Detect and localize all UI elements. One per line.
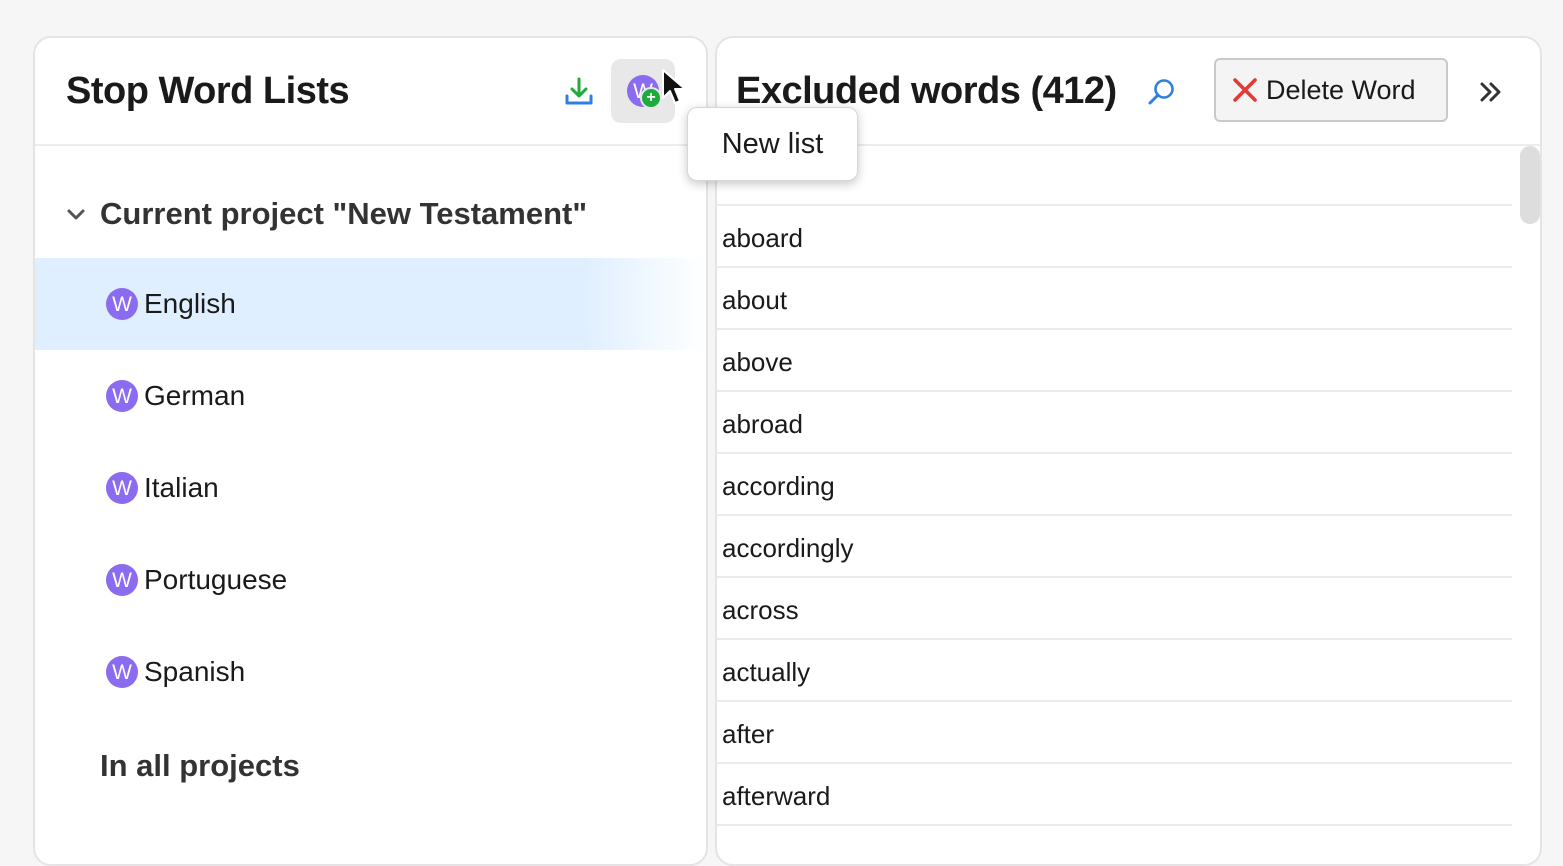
word-row[interactable]: afterward <box>717 764 1512 826</box>
w-badge-icon: W <box>106 288 138 320</box>
group-current-project[interactable]: Current project "New Testament" <box>35 184 706 244</box>
w-badge-icon: W <box>106 564 138 596</box>
scrollbar-thumb[interactable] <box>1520 146 1540 224</box>
word-row[interactable]: about <box>717 268 1512 330</box>
mouse-cursor-icon <box>662 69 686 104</box>
word-text: above <box>722 347 793 377</box>
word-text: actually <box>722 657 811 687</box>
list-item-german[interactable]: W German <box>35 350 706 442</box>
word-row[interactable]: across <box>717 578 1512 640</box>
word-row[interactable]: actually <box>717 640 1512 702</box>
download-icon <box>565 77 593 105</box>
word-text: about <box>722 285 788 315</box>
list-item-portuguese[interactable]: W Portuguese <box>35 534 706 626</box>
word-row[interactable]: accordingly <box>717 516 1512 578</box>
word-text: across <box>722 595 799 625</box>
word-text: accordingly <box>722 533 854 563</box>
word-text: according <box>722 471 835 501</box>
list-item-label: German <box>144 380 246 411</box>
group-all-projects[interactable]: In all projects <box>35 736 706 796</box>
word-row[interactable]: according <box>717 454 1512 516</box>
delete-word-button[interactable]: Delete Word <box>1214 58 1448 122</box>
double-chevron-right-icon <box>1480 82 1501 102</box>
red-x-icon <box>1233 78 1257 102</box>
word-row[interactable]: aboard <box>717 206 1512 268</box>
w-badge-icon: W <box>106 656 138 688</box>
stop-word-lists-panel: Stop Word Lists W + Current project "New… <box>33 36 708 866</box>
list-item-italian[interactable]: W Italian <box>35 442 706 534</box>
delete-word-label: Delete Word <box>1266 74 1416 105</box>
list-item-label: Portuguese <box>144 564 288 595</box>
list-item-label: Italian <box>144 472 219 503</box>
word-row[interactable]: after <box>717 702 1512 764</box>
group-label: Current project "New Testament" <box>100 196 588 231</box>
new-list-tooltip: New list <box>687 107 858 181</box>
word-row[interactable]: above <box>717 330 1512 392</box>
word-row[interactable]: abroad <box>717 392 1512 454</box>
list-item-english[interactable]: W English <box>35 258 706 350</box>
page-title: Stop Word Lists <box>66 70 350 112</box>
group-label: In all projects <box>100 748 300 783</box>
search-icon <box>1148 79 1174 105</box>
word-text: after <box>722 719 775 749</box>
word-text: abroad <box>722 409 803 439</box>
download-button[interactable] <box>557 70 601 114</box>
word-text: aboard <box>722 223 803 253</box>
excluded-words-list[interactable]: a aboard about above abroad according ac… <box>717 146 1512 864</box>
list-item-label: Spanish <box>144 656 246 687</box>
expand-button[interactable] <box>1469 70 1513 114</box>
word-text: afterward <box>722 781 831 811</box>
w-badge-icon: W <box>106 380 138 412</box>
stop-word-lists-header: Stop Word Lists W + <box>35 38 706 146</box>
list-item-spanish[interactable]: W Spanish <box>35 626 706 718</box>
chevron-down-icon[interactable] <box>65 204 87 226</box>
w-badge-icon: W <box>106 472 138 504</box>
search-button[interactable] <box>1139 70 1183 114</box>
list-item-label: English <box>144 288 236 319</box>
plus-icon: + <box>640 87 662 109</box>
